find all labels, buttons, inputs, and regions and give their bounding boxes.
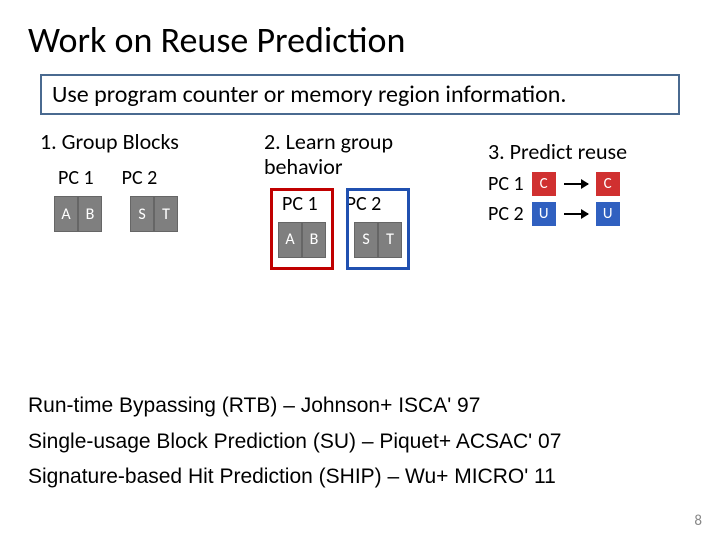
block-T: T xyxy=(154,196,178,232)
pred2-block-in: U xyxy=(532,202,556,226)
col1-heading: 1. Group Blocks xyxy=(40,129,232,154)
col1-pc2-label: PC 2 xyxy=(122,166,158,190)
three-columns: 1. Group Blocks PC 1 PC 2 A B S T 2. Lea… xyxy=(0,115,720,258)
column-1: 1. Group Blocks PC 1 PC 2 A B S T xyxy=(40,129,232,258)
column-2: 2. Learn group behavior PC 1 PC 2 A B S … xyxy=(264,129,456,258)
block-S: S xyxy=(130,196,154,232)
col1-pc1-label: PC 1 xyxy=(58,166,94,190)
prediction-rows: PC 1 C C PC 2 U U xyxy=(488,172,680,226)
references: Run-time Bypassing (RTB) – Johnson+ ISCA… xyxy=(28,388,561,495)
col1-diagram: PC 1 PC 2 A B S T xyxy=(40,166,232,232)
ref-1: Run-time Bypassing (RTB) – Johnson+ ISCA… xyxy=(28,388,561,424)
pred1-block-out: C xyxy=(596,172,620,196)
pred1-pc-label: PC 1 xyxy=(488,172,524,196)
arrow-icon-1 xyxy=(564,183,588,185)
block-B: B xyxy=(78,196,102,232)
highlight-box: Use program counter or memory region inf… xyxy=(40,74,680,115)
pred1-block-in: C xyxy=(532,172,556,196)
pred2-block-out: U xyxy=(596,202,620,226)
col2-diagram: PC 1 PC 2 A B S T xyxy=(264,192,456,258)
page-number: 8 xyxy=(694,512,702,530)
col3-heading: 3. Predict reuse xyxy=(488,129,680,164)
arrow-icon-2 xyxy=(564,213,588,215)
group-frame-red xyxy=(270,188,334,270)
column-3: 3. Predict reuse PC 1 C C PC 2 U U xyxy=(488,129,680,258)
pred-row-2: PC 2 U U xyxy=(488,202,680,226)
ref-3: Signature-based Hit Prediction (SHIP) – … xyxy=(28,459,561,495)
block-A: A xyxy=(54,196,78,232)
pred-row-1: PC 1 C C xyxy=(488,172,680,196)
col2-heading: 2. Learn group behavior xyxy=(264,129,456,180)
pred2-pc-label: PC 2 xyxy=(488,202,524,226)
ref-2: Single-usage Block Prediction (SU) – Piq… xyxy=(28,424,561,460)
group-frame-blue xyxy=(346,188,410,270)
col1-pair1: A B xyxy=(54,196,102,232)
slide-title: Work on Reuse Prediction xyxy=(0,0,720,70)
col1-pair2: S T xyxy=(130,196,178,232)
